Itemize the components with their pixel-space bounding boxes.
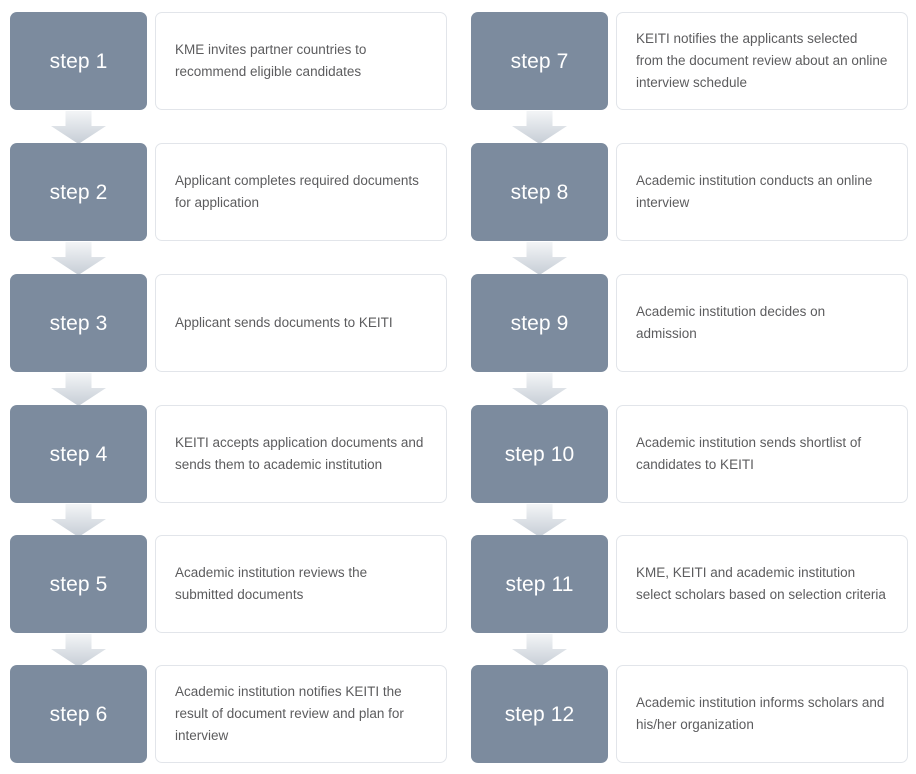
step-description-text-9: Academic institution decides on admissio… xyxy=(636,304,826,341)
down-arrow-icon xyxy=(51,634,106,667)
step-description-card-7[interactable]: KEITI notifies the applicants selected f… xyxy=(616,12,908,110)
step-box-3[interactable]: step 3 xyxy=(10,274,147,372)
flow-step-10: step 10 Academic institution sends short… xyxy=(461,405,908,503)
right-column: step 7 KEITI notifies the applicants sel… xyxy=(461,0,908,774)
down-arrow-icon xyxy=(512,111,567,144)
flow-step-3: step 3 Applicant sends documents to KEIT… xyxy=(0,274,447,372)
flow-step-7: step 7 KEITI notifies the applicants sel… xyxy=(461,12,908,110)
step-box-6[interactable]: step 6 xyxy=(10,665,147,763)
step-label-6: step 6 xyxy=(49,702,108,726)
flow-step-8: step 8 Academic institution conducts an … xyxy=(461,143,908,241)
step-description-text-3: Applicant sends documents to KEITI xyxy=(175,315,393,331)
down-arrow-icon xyxy=(512,373,567,406)
step-description-card-12[interactable]: Academic institution informs scholars an… xyxy=(616,665,908,763)
step-description-text-1: KME invites partner countries to recomme… xyxy=(175,42,367,79)
step-description-card-3[interactable]: Applicant sends documents to KEITI xyxy=(155,274,447,372)
step-box-8[interactable]: step 8 xyxy=(471,143,608,241)
step-label-10: step 10 xyxy=(504,442,575,466)
flow-step-6: step 6 Academic institution notifies KEI… xyxy=(0,665,447,763)
step-box-4[interactable]: step 4 xyxy=(10,405,147,503)
step-label-12: step 12 xyxy=(504,702,575,726)
step-description-card-1[interactable]: KME invites partner countries to recomme… xyxy=(155,12,447,110)
step-box-2[interactable]: step 2 xyxy=(10,143,147,241)
step-description-text-10: Academic institution sends shortlist of … xyxy=(636,435,862,472)
step-description-card-9[interactable]: Academic institution decides on admissio… xyxy=(616,274,908,372)
step-box-1[interactable]: step 1 xyxy=(10,12,147,110)
step-box-12[interactable]: step 12 xyxy=(471,665,608,763)
step-label-11: step 11 xyxy=(505,572,574,596)
down-arrow-icon xyxy=(512,504,567,537)
flow-step-9: step 9 Academic institution decides on a… xyxy=(461,274,908,372)
step-description-card-2[interactable]: Applicant completes required documents f… xyxy=(155,143,447,241)
down-arrow-icon xyxy=(51,111,106,144)
step-description-text-2: Applicant completes required documents f… xyxy=(175,173,419,210)
step-box-10[interactable]: step 10 xyxy=(471,405,608,503)
step-description-card-6[interactable]: Academic institution notifies KEITI the … xyxy=(155,665,447,763)
step-description-text-4: KEITI accepts application documents and … xyxy=(175,435,424,472)
flow-step-5: step 5 Academic institution reviews the … xyxy=(0,535,447,633)
down-arrow-icon xyxy=(51,373,106,406)
step-box-7[interactable]: step 7 xyxy=(471,12,608,110)
down-arrow-icon xyxy=(51,242,106,275)
step-description-text-5: Academic institution reviews the submitt… xyxy=(175,565,368,602)
step-label-9: step 9 xyxy=(510,311,569,335)
step-description-text-7: KEITI notifies the applicants selected f… xyxy=(636,31,888,90)
down-arrow-icon xyxy=(51,504,106,537)
step-description-card-11[interactable]: KME, KEITI and academic institution sele… xyxy=(616,535,908,633)
step-label-7: step 7 xyxy=(510,49,569,73)
step-description-text-12: Academic institution informs scholars an… xyxy=(636,695,885,732)
down-arrow-icon xyxy=(512,634,567,667)
flow-step-12: step 12 Academic institution informs sch… xyxy=(461,665,908,763)
step-label-8: step 8 xyxy=(510,180,569,204)
flow-step-2: step 2 Applicant completes required docu… xyxy=(0,143,447,241)
step-box-11[interactable]: step 11 xyxy=(471,535,608,633)
step-description-card-5[interactable]: Academic institution reviews the submitt… xyxy=(155,535,447,633)
step-description-card-8[interactable]: Academic institution conducts an online … xyxy=(616,143,908,241)
flow-step-1: step 1 KME invites partner countries to … xyxy=(0,12,447,110)
step-label-3: step 3 xyxy=(49,311,108,335)
step-label-4: step 4 xyxy=(49,442,108,466)
step-label-1: step 1 xyxy=(49,49,108,73)
step-box-9[interactable]: step 9 xyxy=(471,274,608,372)
down-arrow-icon xyxy=(512,242,567,275)
step-label-2: step 2 xyxy=(49,180,108,204)
step-description-text-8: Academic institution conducts an online … xyxy=(636,173,873,210)
step-description-card-10[interactable]: Academic institution sends shortlist of … xyxy=(616,405,908,503)
flow-step-4: step 4 KEITI accepts application documen… xyxy=(0,405,447,503)
flow-step-11: step 11 KME, KEITI and academic institut… xyxy=(461,535,908,633)
step-description-text-11: KME, KEITI and academic institution sele… xyxy=(636,565,886,602)
step-description-card-4[interactable]: KEITI accepts application documents and … xyxy=(155,405,447,503)
left-column: step 1 KME invites partner countries to … xyxy=(0,0,447,774)
step-description-text-6: Academic institution notifies KEITI the … xyxy=(175,684,404,743)
flowchart-diagram: step 1 KME invites partner countries to … xyxy=(0,0,916,774)
step-box-5[interactable]: step 5 xyxy=(10,535,147,633)
step-label-5: step 5 xyxy=(49,572,108,596)
